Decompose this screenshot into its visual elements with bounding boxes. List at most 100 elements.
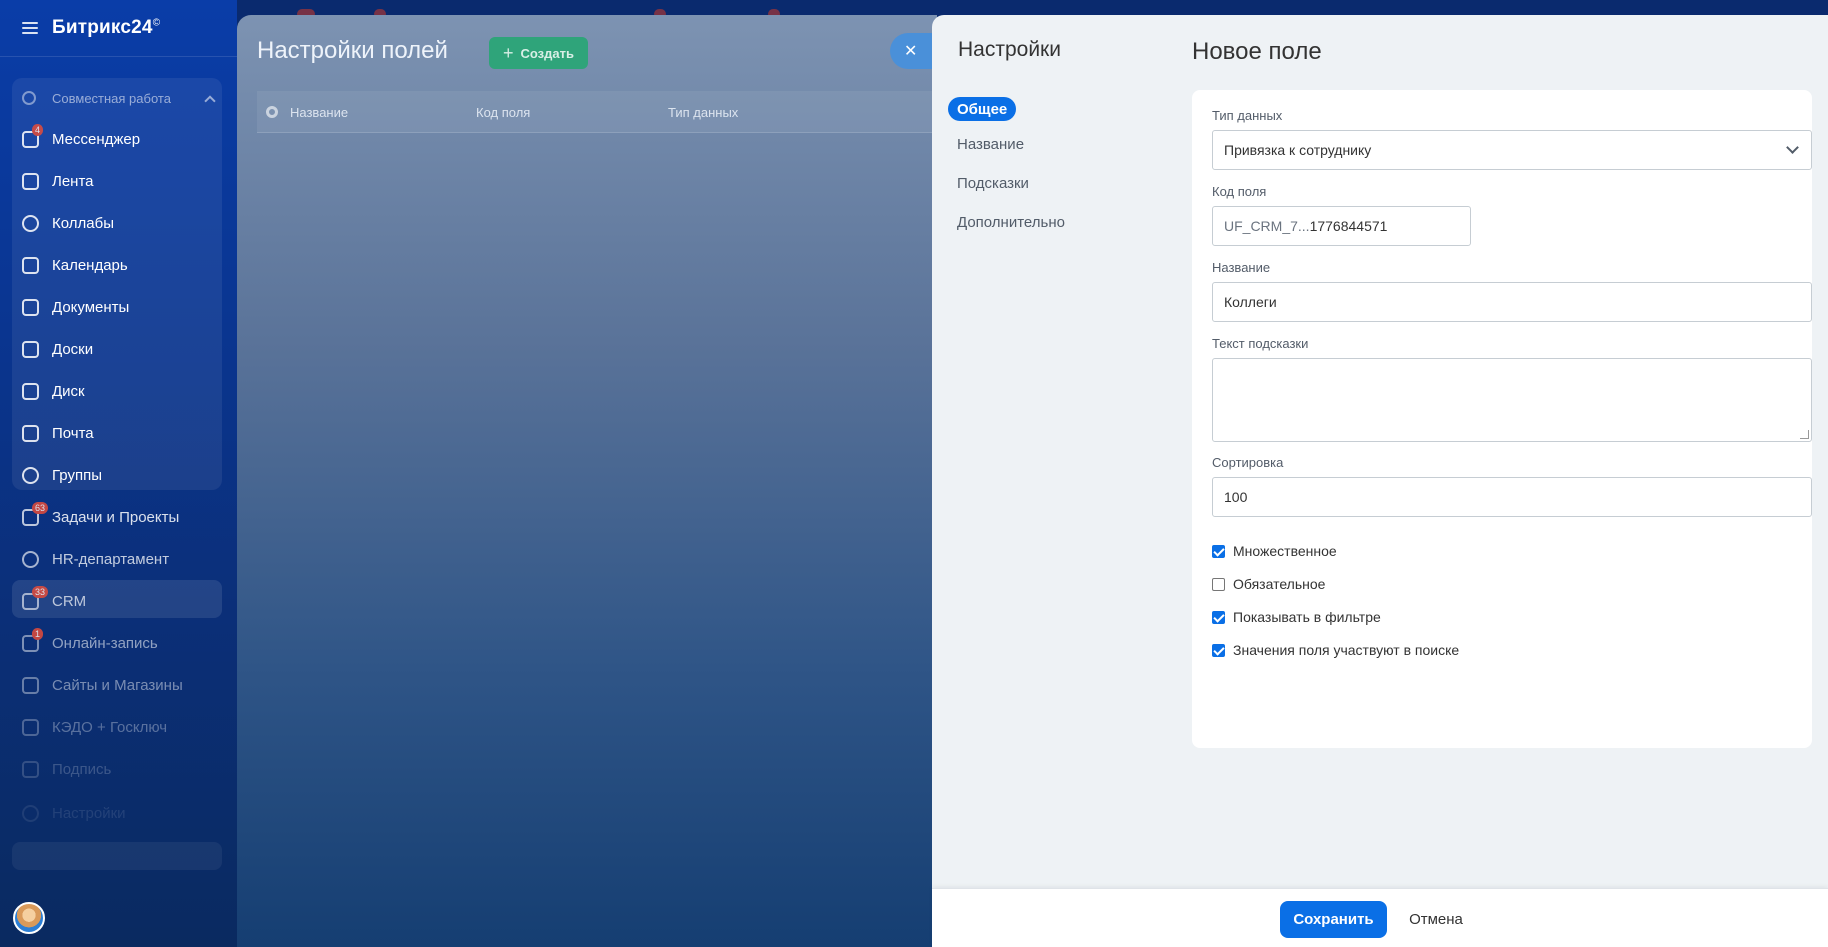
hr-icon: [22, 550, 39, 568]
data-type-value: Привязка к сотруднику: [1224, 142, 1372, 158]
sidebar-item-collabs[interactable]: Коллабы: [22, 210, 222, 236]
name-input[interactable]: Коллеги: [1212, 282, 1812, 322]
sidebar-item-feed[interactable]: Лента: [22, 168, 222, 194]
checkbox-checked-icon[interactable]: [1212, 610, 1225, 624]
sidebar-item-label: Сайты и Магазины: [52, 676, 183, 694]
sidebar-item-hr[interactable]: HR-департамент: [22, 546, 222, 572]
sidebar-item-groups[interactable]: Группы: [22, 462, 222, 488]
sidebar-badge: 4: [32, 123, 44, 136]
chat-icon: 4: [22, 123, 44, 148]
form-card: Тип данных Привязка к сотруднику Код пол…: [1192, 90, 1812, 748]
avatar[interactable]: [13, 902, 45, 934]
menu-icon[interactable]: [22, 22, 38, 34]
sidebar-item-label: Онлайн-запись: [52, 634, 158, 652]
checkbox-checked-icon[interactable]: [1212, 643, 1225, 657]
collab-icon: [22, 214, 39, 232]
logo-mark: ©: [152, 17, 161, 29]
sidebar-item-label: Мессенджер: [52, 130, 141, 148]
sidebar-item-messenger[interactable]: 4 Мессенджер: [22, 123, 222, 152]
checkbox-unchecked-icon[interactable]: [1212, 577, 1225, 591]
sidebar-bottom-button[interactable]: [12, 842, 222, 870]
nav-item-general[interactable]: Общее: [948, 97, 1017, 121]
sort-input[interactable]: 100: [1212, 477, 1812, 517]
plus-icon: +: [503, 42, 514, 63]
sidebar-item-mail[interactable]: Почта: [22, 420, 222, 446]
logo[interactable]: Битрикс24©: [52, 17, 160, 39]
sidebar-item-booking[interactable]: 1 Онлайн-запись: [22, 627, 222, 656]
sidebar-item-disk[interactable]: Диск: [22, 378, 222, 404]
mail-icon: [22, 424, 39, 442]
sidebar-item-label: HR-департамент: [52, 550, 170, 568]
data-type-select[interactable]: Привязка к сотруднику: [1212, 130, 1812, 170]
calendar-icon: [22, 256, 39, 274]
resize-handle-icon[interactable]: [1800, 430, 1809, 439]
column-header-type[interactable]: Тип данных: [668, 105, 738, 120]
sort-value: 100: [1224, 489, 1248, 505]
hint-textarea[interactable]: [1212, 358, 1812, 442]
name-label: Название: [1212, 260, 1271, 275]
checkbox-required[interactable]: Обязательное: [1212, 575, 1325, 593]
checkbox-multiple[interactable]: Множественное: [1212, 542, 1337, 560]
column-header-name[interactable]: Название: [290, 105, 348, 120]
sidebar-item-label: Лента: [52, 172, 94, 190]
chevron-down-icon: [1786, 141, 1799, 154]
sidebar-item-calendar[interactable]: Календарь: [22, 252, 222, 278]
sidebar-item-kedo[interactable]: КЭДО + Госключ: [22, 714, 222, 740]
crm-icon: 33: [22, 585, 49, 610]
form-title: Новое поле: [1192, 38, 1322, 65]
nav-item-hints[interactable]: Подсказки: [948, 171, 1038, 195]
sidebar-item-sign[interactable]: Подпись: [22, 756, 222, 782]
close-icon[interactable]: ✕: [890, 33, 938, 69]
nav-item-name[interactable]: Название: [948, 132, 1033, 156]
sidebar-badge: 33: [32, 585, 49, 598]
sidebar-group-header[interactable]: Совместная работа: [22, 88, 218, 108]
sidebar-item-label: Диск: [52, 382, 85, 400]
board-icon: [22, 340, 39, 358]
create-button-label: Создать: [520, 45, 574, 61]
sidebar-header: Битрикс24©: [0, 0, 237, 57]
sidebar-item-tasks[interactable]: 63 Задачи и Проекты: [22, 501, 222, 530]
kedo-icon: [22, 718, 39, 736]
groups-icon: [22, 466, 39, 484]
sidebar-item-label: Задачи и Проекты: [52, 508, 180, 526]
field-code-value: 1776844571: [1309, 218, 1388, 234]
create-button[interactable]: + Создать: [489, 37, 588, 69]
checkbox-searchable[interactable]: Значения поля участвуют в поиске: [1212, 641, 1459, 659]
sidebar-item-crm[interactable]: 33 CRM: [22, 585, 222, 614]
sidebar-item-sites[interactable]: Сайты и Магазины: [22, 672, 222, 698]
checkbox-label: Множественное: [1233, 543, 1337, 559]
sidebar-item-documents[interactable]: Документы: [22, 294, 222, 320]
gear-icon: [22, 804, 39, 822]
name-value: Коллеги: [1224, 294, 1277, 310]
column-header-code[interactable]: Код поля: [476, 105, 530, 120]
field-code-prefix: UF_CRM_7...: [1224, 218, 1310, 234]
checkbox-checked-icon[interactable]: [1212, 544, 1225, 558]
cancel-button[interactable]: Отмена: [1400, 901, 1472, 938]
sidebar-item-label: КЭДО + Госключ: [52, 718, 168, 736]
panel-footer: Сохранить Отмена: [932, 888, 1828, 947]
disk-icon: [22, 382, 39, 400]
table-header: Название Код поля Тип данных: [257, 91, 937, 133]
save-button[interactable]: Сохранить: [1280, 901, 1387, 938]
logo-text: Битрикс24: [52, 17, 153, 38]
hint-label: Текст подсказки: [1212, 336, 1309, 351]
field-code-input[interactable]: UF_CRM_7... 1776844571: [1212, 206, 1471, 246]
sidebar-item-label: Подпись: [52, 760, 112, 778]
field-settings-page: Настройки полей + Создать Название Код по…: [237, 15, 937, 947]
gear-icon[interactable]: [266, 106, 278, 118]
sidebar-item-label: Календарь: [52, 256, 128, 274]
chevron-up-icon[interactable]: [204, 94, 216, 107]
left-sidebar: Битрикс24© Совместная работа 4 Мессенджер…: [0, 0, 237, 947]
nav-item-additional[interactable]: Дополнительно: [948, 210, 1074, 234]
sidebar-badge: 63: [32, 501, 49, 514]
sidebar-item-label: Настройки: [52, 804, 126, 822]
sidebar-group-title: Совместная работа: [52, 90, 171, 106]
page-title: Настройки полей: [257, 37, 448, 64]
checkbox-label: Обязательное: [1233, 576, 1326, 592]
sidebar-item-label: Доски: [52, 340, 94, 358]
sidebar-item-settings[interactable]: Настройки: [22, 800, 222, 826]
cart-icon: [22, 676, 39, 694]
checkbox-show-in-filter[interactable]: Показывать в фильтре: [1212, 608, 1381, 626]
sidebar-item-boards[interactable]: Доски: [22, 336, 222, 362]
checkbox-label: Значения поля участвуют в поиске: [1233, 642, 1460, 658]
